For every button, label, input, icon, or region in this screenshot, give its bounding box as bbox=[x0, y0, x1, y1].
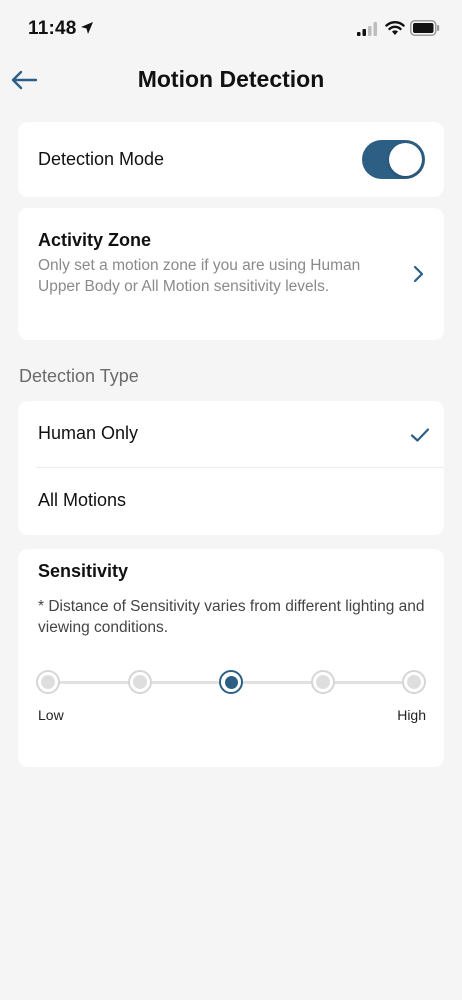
sensitivity-low-label: Low bbox=[38, 707, 64, 723]
toggle-knob bbox=[389, 143, 422, 176]
step-dot bbox=[224, 675, 238, 689]
location-arrow-icon bbox=[81, 22, 93, 34]
step-dot bbox=[407, 675, 421, 689]
step-dot bbox=[41, 675, 55, 689]
sensitivity-step-2[interactable] bbox=[128, 670, 152, 694]
status-time: 11:48 bbox=[28, 18, 77, 39]
sensitivity-high-label: High bbox=[397, 707, 426, 723]
detection-type-card: Human Only All Motions bbox=[18, 401, 444, 535]
detection-mode-card: Detection Mode bbox=[18, 122, 444, 197]
activity-zone-title: Activity Zone bbox=[38, 230, 152, 250]
header: Motion Detection bbox=[0, 58, 462, 102]
detection-type-section-label: Detection Type bbox=[19, 366, 139, 386]
wifi-icon bbox=[385, 21, 405, 35]
option-all-motions[interactable]: All Motions bbox=[18, 468, 444, 534]
sensitivity-step-5[interactable] bbox=[402, 670, 426, 694]
checkmark-icon bbox=[410, 428, 430, 442]
sensitivity-title: Sensitivity bbox=[38, 561, 129, 581]
chevron-right-icon bbox=[413, 265, 424, 283]
activity-zone-description: Only set a motion zone if you are using … bbox=[38, 257, 361, 295]
page-title: Motion Detection bbox=[137, 66, 325, 92]
sensitivity-step-3[interactable] bbox=[219, 670, 243, 694]
step-dot bbox=[316, 675, 330, 689]
sensitivity-step-4[interactable] bbox=[311, 670, 335, 694]
option-label: Human Only bbox=[38, 423, 139, 443]
battery-icon bbox=[410, 20, 440, 36]
detection-mode-label: Detection Mode bbox=[38, 149, 165, 169]
sensitivity-step-1[interactable] bbox=[36, 670, 60, 694]
sensitivity-note: * Distance of Sensitivity varies from di… bbox=[38, 598, 425, 636]
activity-zone-row[interactable]: Activity Zone Only set a motion zone if … bbox=[18, 208, 444, 340]
step-dot bbox=[133, 675, 147, 689]
option-human-only[interactable]: Human Only bbox=[18, 401, 444, 468]
cellular-signal-icon bbox=[357, 22, 377, 36]
sensitivity-slider[interactable] bbox=[36, 667, 426, 697]
sensitivity-card: Sensitivity * Distance of Sensitivity va… bbox=[18, 549, 444, 767]
option-label: All Motions bbox=[38, 490, 127, 510]
detection-mode-toggle[interactable] bbox=[362, 140, 425, 179]
status-bar: 11:48 bbox=[0, 0, 462, 58]
